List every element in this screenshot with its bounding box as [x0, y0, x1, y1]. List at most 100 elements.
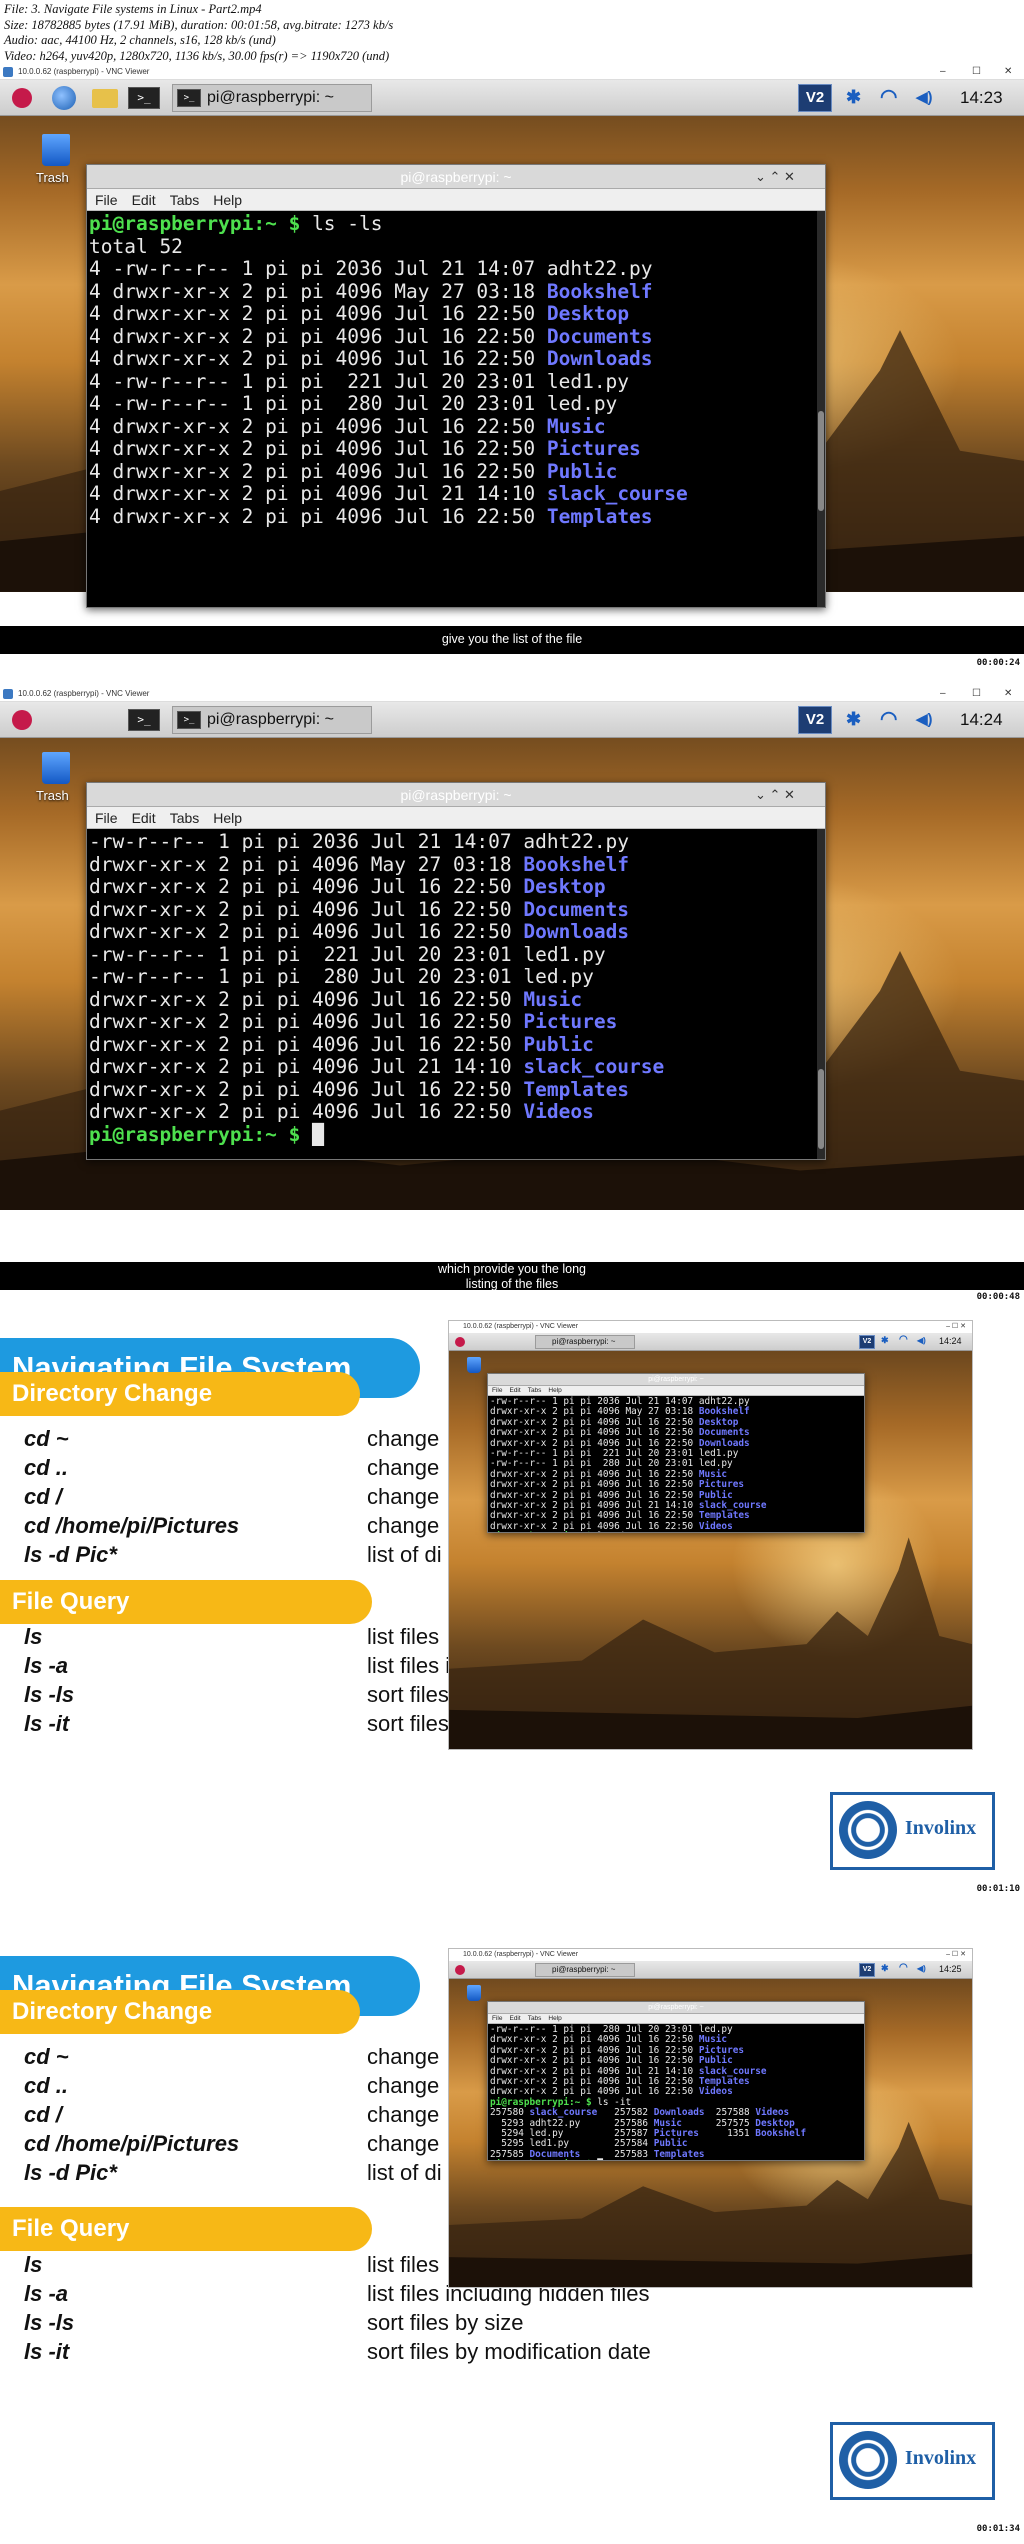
- wifi-icon[interactable]: ◠: [899, 1334, 908, 1345]
- trash-desktop-icon[interactable]: [467, 1985, 481, 2005]
- terminal-scrollbar[interactable]: [817, 211, 825, 607]
- wifi-icon[interactable]: ◠: [880, 706, 897, 731]
- menu-help[interactable]: Help: [213, 192, 242, 208]
- terminal-output[interactable]: -rw-r--r-- 1 pi pi 2036 Jul 21 14:07 adh…: [488, 1396, 864, 1532]
- terminal-window-controls[interactable]: ⌄ ⌃ ✕: [755, 165, 795, 189]
- taskbar-terminal-label: pi@raspberrypi: ~: [207, 89, 334, 106]
- volume-icon[interactable]: ◀): [917, 1964, 926, 1973]
- command-label: cd /: [24, 2102, 62, 2127]
- maximize-button[interactable]: ☐: [972, 64, 981, 80]
- menu-tabs[interactable]: Tabs: [170, 810, 200, 826]
- menu-help[interactable]: Help: [213, 810, 242, 826]
- command-description: change: [367, 1426, 440, 1451]
- bluetooth-icon[interactable]: ✱: [881, 1963, 889, 1974]
- vnc-server-icon[interactable]: V2: [859, 1963, 875, 1977]
- directory-name: Bookshelf: [698, 1406, 750, 1418]
- vnc-server-icon[interactable]: V2: [859, 1335, 875, 1349]
- taskbar-terminal-button[interactable]: pi@raspberrypi: ~: [535, 1335, 635, 1349]
- window-controls[interactable]: – ☐ ✕: [946, 1949, 966, 1961]
- terminal-window[interactable]: pi@raspberrypi: ~ File Edit Tabs Help -rw-r--…: [487, 1373, 865, 1533]
- terminal-line: 4 -rw-r--r-- 1 pi pi 221 Jul 20 23:01 le…: [89, 369, 630, 393]
- slide-frame-2: Navigating File System Directory Change cd…: [0, 1924, 1024, 2514]
- volume-icon[interactable]: ◀): [916, 88, 933, 106]
- terminal-output[interactable]: -rw-r--r-- 1 pi pi 280 Jul 20 23:01 led.…: [488, 2024, 864, 2160]
- directory-name: Documents: [698, 1427, 750, 1439]
- raspberry-menu-icon[interactable]: [12, 710, 32, 730]
- command-label: ls: [24, 2252, 43, 2277]
- command-label: cd /home/pi/Pictures: [24, 2131, 240, 2156]
- vnc-server-icon[interactable]: V2: [798, 84, 832, 112]
- menu-item[interactable]: Tabs: [528, 1387, 542, 1394]
- directory-name: Music: [698, 2034, 728, 2046]
- vnc-title: 10.0.0.62 (raspberrypi) - VNC Viewer: [18, 67, 150, 76]
- directory-name: Videos: [523, 1100, 594, 1123]
- raspberry-menu-icon[interactable]: [12, 88, 32, 108]
- command-description: list of di: [367, 1542, 442, 1567]
- terminal-window[interactable]: pi@raspberrypi: ~ File Edit Tabs Help -rw-r--…: [487, 2001, 865, 2161]
- bluetooth-icon[interactable]: ✱: [846, 709, 861, 730]
- timestamp: 00:00:24: [976, 658, 1020, 668]
- wifi-icon[interactable]: ◠: [899, 1962, 908, 1973]
- bluetooth-icon[interactable]: ✱: [846, 87, 861, 108]
- command-description: list files: [367, 1624, 440, 1649]
- volume-icon[interactable]: ◀): [916, 710, 933, 728]
- terminal-output[interactable]: pi@raspberrypi:~ $ ls -ls total 52 4 -rw-r…: [87, 211, 825, 607]
- video-frame-1: 10.0.0.62 (raspberrypi) - VNC Viewer – ☐…: [0, 64, 1024, 656]
- menu-item[interactable]: Help: [548, 1387, 561, 1394]
- bluetooth-icon[interactable]: ✱: [881, 1335, 889, 1346]
- trash-desktop-icon[interactable]: Trash: [36, 134, 70, 185]
- menu-edit[interactable]: Edit: [132, 810, 156, 826]
- maximize-button[interactable]: ☐: [972, 686, 981, 702]
- terminal-line: 4 drwxr-xr-x 2 pi pi 4096 Jul 16 22:50 D…: [89, 324, 653, 348]
- menu-file[interactable]: File: [95, 810, 118, 826]
- terminal-window-controls[interactable]: ⌄ ⌃ ✕: [755, 783, 795, 807]
- terminal-window[interactable]: pi@raspberrypi: ~ ⌄ ⌃ ✕ File Edit Tabs Help…: [86, 782, 826, 1160]
- terminal-menubar: File Edit Tabs Help: [87, 189, 825, 211]
- taskbar: pi@raspberrypi: ~ V2 ✱ ◠ ◀) 14:25: [449, 1961, 972, 1979]
- directory-name: Desktop: [698, 1416, 739, 1428]
- file-manager-icon[interactable]: [92, 89, 118, 108]
- terminal-scrollbar[interactable]: [817, 829, 825, 1159]
- terminal-window[interactable]: pi@raspberrypi: ~ ⌄ ⌃ ✕ File Edit Tabs Help…: [86, 164, 826, 608]
- separator: 00:01:34: [0, 2520, 1024, 2540]
- terminal-line: drwxr-xr-x 2 pi pi 4096 Jul 16 22:50 Vid…: [89, 1100, 594, 1123]
- close-button[interactable]: ✕: [1004, 64, 1012, 80]
- minimize-button[interactable]: –: [940, 686, 946, 702]
- vnc-server-icon[interactable]: V2: [798, 706, 832, 734]
- menu-file[interactable]: File: [95, 192, 118, 208]
- terminal-icon: >_: [177, 89, 201, 107]
- close-button[interactable]: ✕: [1004, 686, 1012, 702]
- window-controls[interactable]: – ☐ ✕: [946, 1321, 966, 1333]
- terminal-output[interactable]: -rw-r--r-- 1 pi pi 2036 Jul 21 14:07 adh…: [87, 829, 825, 1159]
- directory-name: slack_course: [523, 1055, 665, 1078]
- taskbar-terminal-button[interactable]: >_ pi@raspberrypi: ~: [172, 84, 372, 112]
- taskbar-terminal-button[interactable]: >_ pi@raspberrypi: ~: [172, 706, 372, 734]
- menu-item[interactable]: Edit: [509, 1387, 520, 1394]
- volume-icon[interactable]: ◀): [917, 1336, 926, 1345]
- taskbar-terminal-button[interactable]: pi@raspberrypi: ~: [535, 1963, 635, 1977]
- terminal-line: 4 drwxr-xr-x 2 pi pi 4096 Jul 16 22:50 D…: [89, 302, 630, 325]
- raspberry-menu-icon[interactable]: [455, 1965, 465, 1975]
- raspberry-menu-icon[interactable]: [455, 1337, 465, 1347]
- wifi-icon[interactable]: ◠: [880, 84, 897, 109]
- section-directory-change: Directory Change: [0, 1372, 360, 1416]
- browser-icon[interactable]: [52, 86, 76, 110]
- trash-desktop-icon[interactable]: [467, 1357, 481, 1377]
- menu-item[interactable]: Help: [548, 2015, 561, 2022]
- sun-icon: [839, 2431, 897, 2489]
- menu-tabs[interactable]: Tabs: [170, 192, 200, 208]
- terminal-launcher-icon[interactable]: >_: [128, 709, 160, 731]
- menu-item[interactable]: Tabs: [528, 2015, 542, 2022]
- menu-item[interactable]: File: [492, 2015, 502, 2022]
- menu-item[interactable]: File: [492, 1387, 502, 1394]
- minimize-button[interactable]: –: [940, 64, 946, 80]
- menu-item[interactable]: Edit: [509, 2015, 520, 2022]
- vnc-titlebar: 10.0.0.62 (raspberrypi) - VNC Viewer – ☐…: [0, 64, 1024, 80]
- terminal-launcher-icon[interactable]: >_: [128, 87, 160, 109]
- trash-desktop-icon[interactable]: Trash: [36, 752, 70, 803]
- section-file-query: File Query: [0, 2207, 372, 2251]
- terminal-titlebar: pi@raspberrypi: ~: [87, 165, 825, 189]
- command-description: change: [367, 2044, 440, 2069]
- terminal-line: -rw-r--r-- 1 pi pi 280 Jul 20 23:01 led.…: [89, 965, 594, 988]
- menu-edit[interactable]: Edit: [132, 192, 156, 208]
